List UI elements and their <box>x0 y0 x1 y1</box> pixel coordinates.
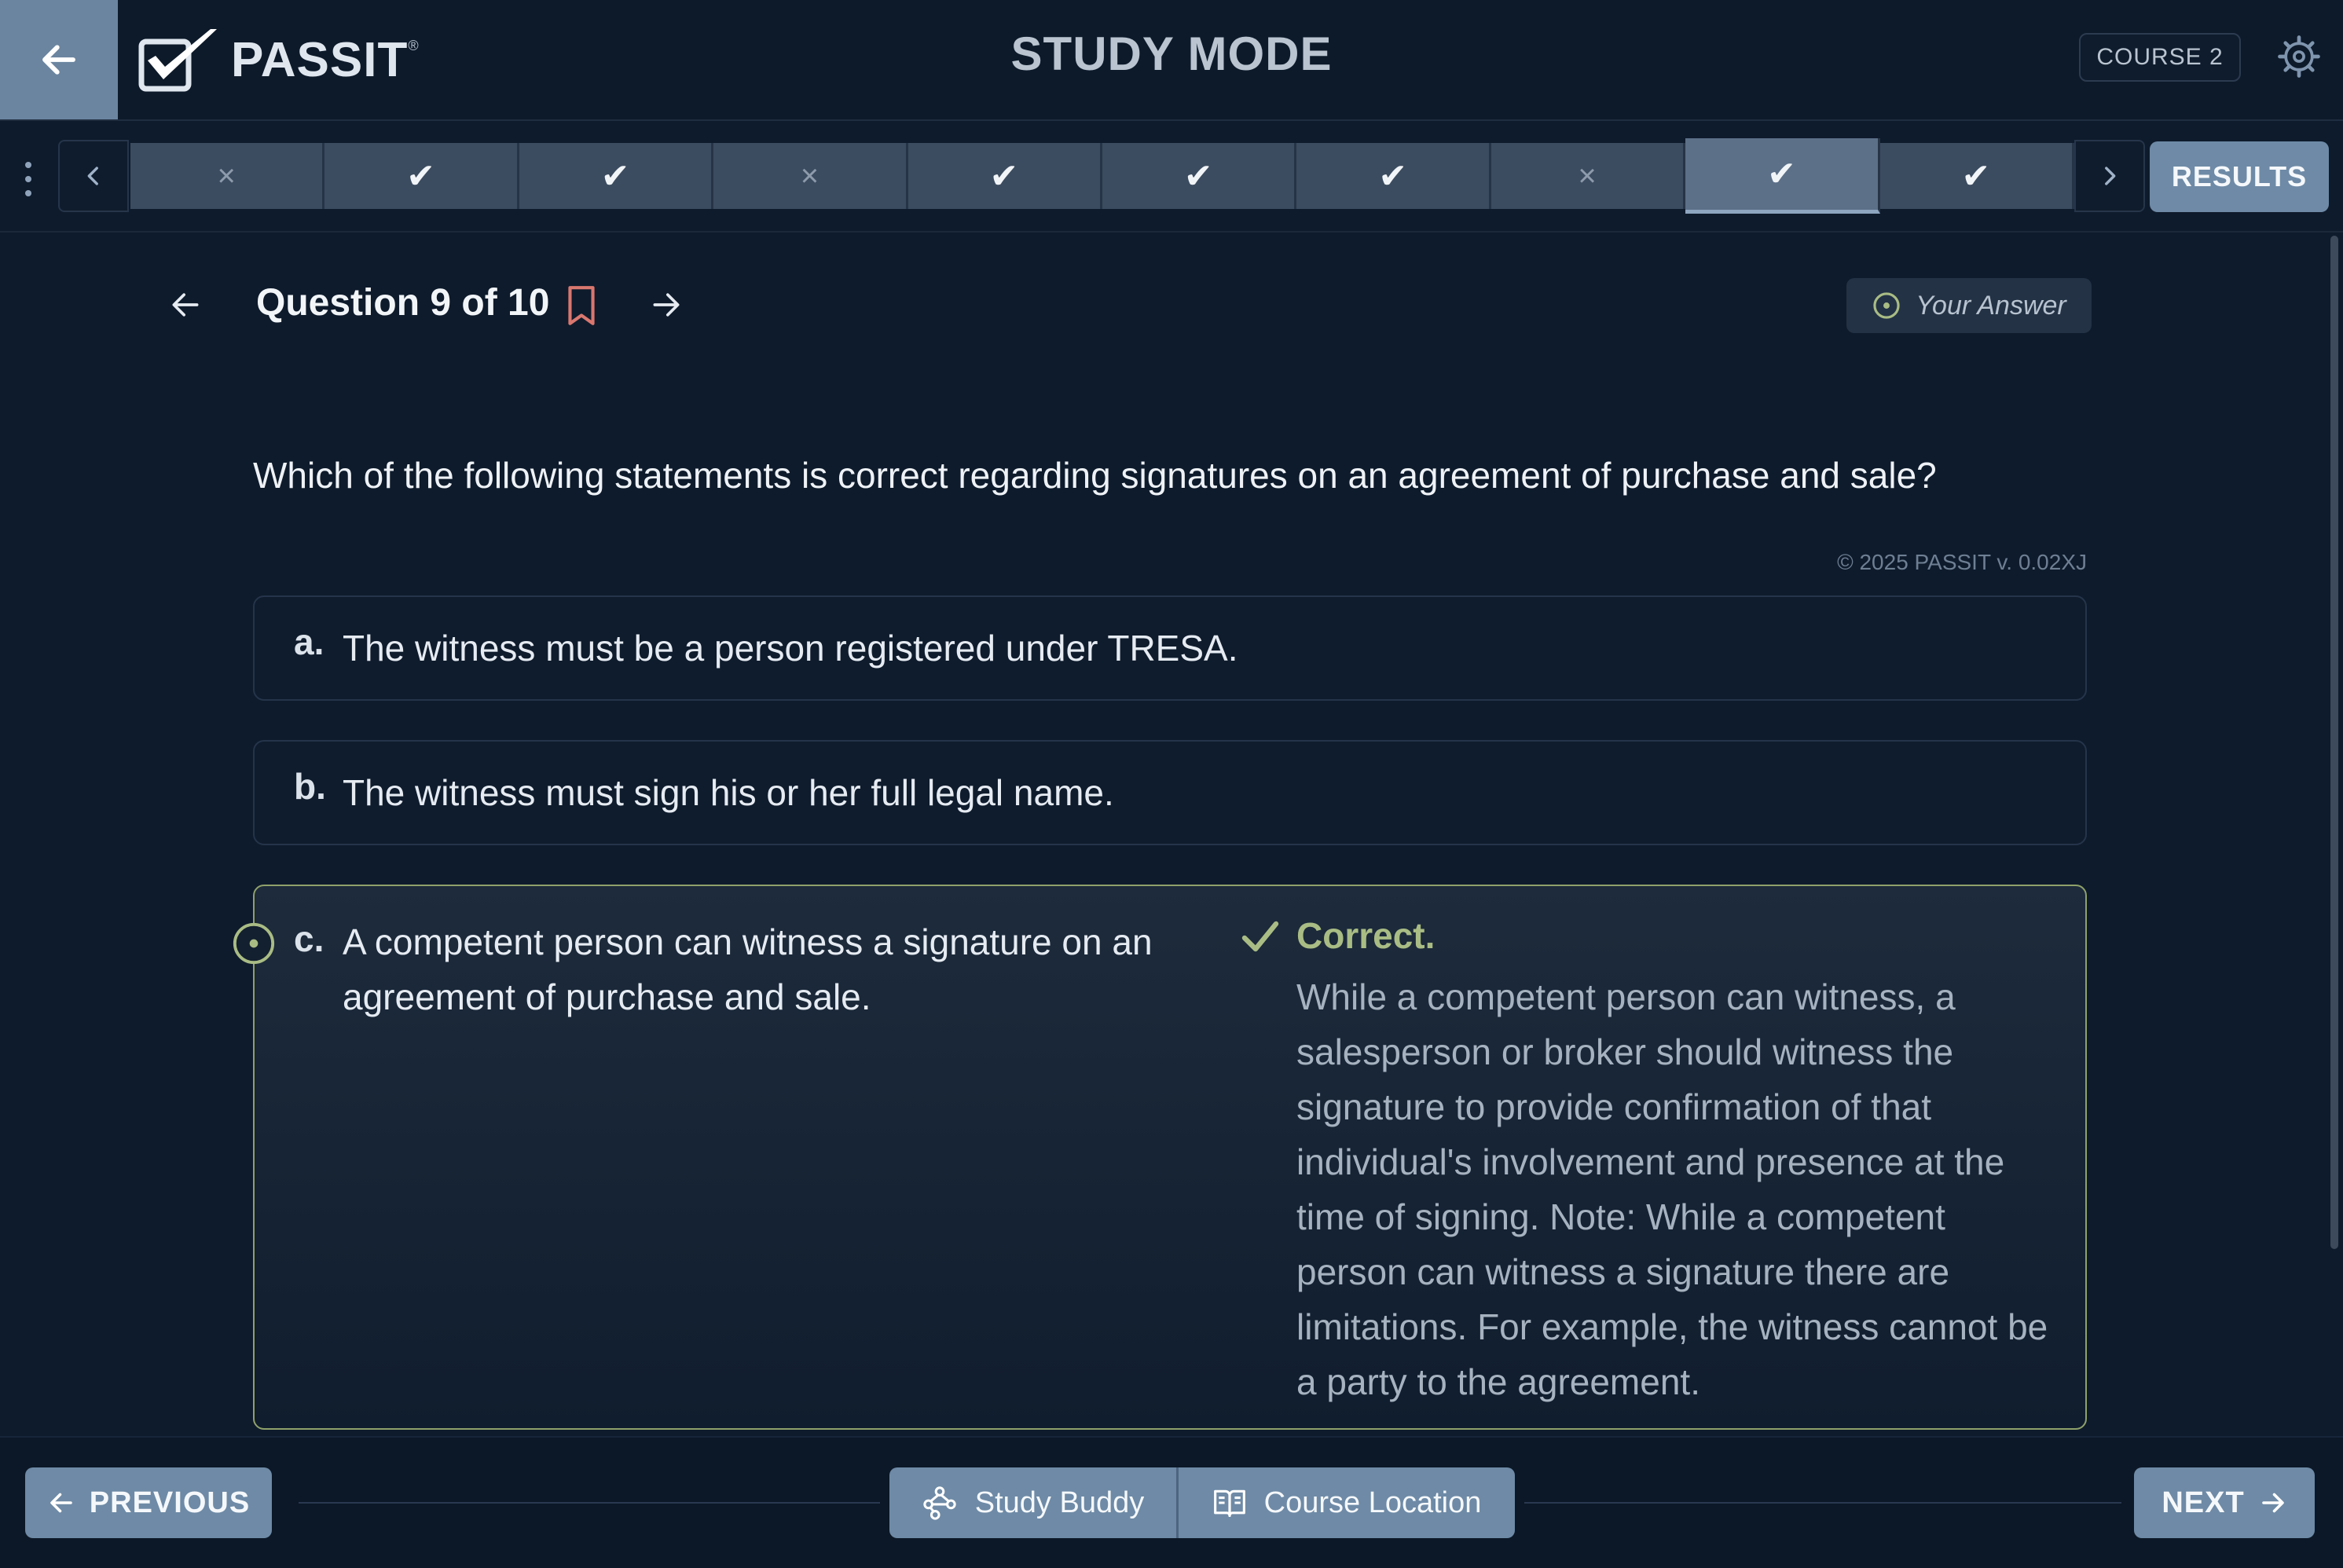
question-cell-5[interactable]: ✔ <box>908 143 1103 209</box>
results-button[interactable]: RESULTS <box>2150 141 2329 212</box>
question-cell-9[interactable]: ✔ <box>1685 138 1880 214</box>
arrow-left-icon <box>50 1493 72 1513</box>
feedback-title: Correct. <box>1296 915 1436 956</box>
footer-divider-left <box>299 1502 880 1504</box>
footer-divider-right <box>1524 1502 2121 1504</box>
answer-letter: a. <box>294 621 324 662</box>
question-cell-2[interactable]: ✔ <box>324 143 519 209</box>
answer-option-b[interactable]: b. The witness must sign his or her full… <box>253 740 2087 845</box>
checkmark-icon: ✔ <box>1183 156 1213 196</box>
copyright-text: © 2025 PASSIT v. 0.02XJ <box>1837 550 2087 574</box>
target-dot-icon <box>1873 292 1900 319</box>
question-cell-4[interactable]: × <box>713 143 908 209</box>
study-tools-group: Study Buddy Course Location <box>889 1467 1515 1538</box>
checkmark-icon: ✔ <box>406 156 436 196</box>
answer-text: A competent person can witness a signatu… <box>343 921 1153 1017</box>
question-cells: × ✔ ✔ × ✔ ✔ ✔ × ✔ ✔ <box>130 138 2075 214</box>
question-cell-8[interactable]: × <box>1490 143 1686 209</box>
previous-label: PREVIOUS <box>89 1486 251 1519</box>
your-answer-legend: Your Answer <box>1846 278 2092 333</box>
bookmark-icon[interactable] <box>564 284 599 327</box>
question-cell-3[interactable]: ✔ <box>519 143 714 209</box>
previous-question-arrow-icon[interactable] <box>168 288 203 322</box>
checkmark-icon: ✔ <box>1378 156 1408 196</box>
question-number-title: Question 9 of 10 <box>256 282 550 324</box>
study-buddy-label: Study Buddy <box>974 1486 1145 1519</box>
question-progress-bar: × ✔ ✔ × ✔ ✔ ✔ × ✔ ✔ RESULTS <box>0 121 2343 233</box>
checkmark-icon: ✔ <box>989 156 1019 196</box>
x-mark-icon: × <box>1578 158 1597 193</box>
answer-text: The witness must sign his or her full le… <box>343 772 1114 813</box>
x-mark-icon: × <box>217 158 236 193</box>
question-cell-10[interactable]: ✔ <box>1879 143 2075 209</box>
checkmark-icon: ✔ <box>600 156 630 196</box>
checkmark-icon <box>1241 921 1279 952</box>
progress-next-button[interactable] <box>2074 140 2145 212</box>
next-question-arrow-icon[interactable] <box>649 288 684 322</box>
course-location-button[interactable]: Course Location <box>1179 1467 1515 1538</box>
previous-button[interactable]: PREVIOUS <box>25 1467 272 1538</box>
next-label: NEXT <box>2162 1486 2245 1519</box>
arrow-right-icon <box>2261 1493 2284 1513</box>
x-mark-icon: × <box>800 158 820 193</box>
answer-letter: b. <box>294 766 326 807</box>
question-cell-1[interactable]: × <box>130 143 325 209</box>
chevron-right-icon <box>2105 167 2116 185</box>
checkmark-icon: ✔ <box>1767 155 1796 193</box>
progress-prev-button[interactable] <box>58 140 129 212</box>
answer-option-a[interactable]: a. The witness must be a person register… <box>253 595 2087 701</box>
question-cell-6[interactable]: ✔ <box>1102 143 1297 209</box>
answer-text: The witness must be a person registered … <box>343 628 1238 669</box>
course-location-label: Course Location <box>1263 1486 1482 1519</box>
question-cell-7[interactable]: ✔ <box>1296 143 1491 209</box>
top-bar: PASSIT ® STUDY MODE COURSE 2 <box>0 0 2343 121</box>
answer-option-c[interactable]: c. A competent person can witness a sign… <box>233 885 2087 1430</box>
scrollbar[interactable] <box>2330 236 2338 1249</box>
network-nodes-icon <box>923 1486 956 1520</box>
answer-letter: c. <box>294 918 324 959</box>
study-buddy-button[interactable]: Study Buddy <box>889 1467 1179 1538</box>
page-title: STUDY MODE <box>1010 27 1333 80</box>
course-badge[interactable]: COURSE 2 <box>2079 33 2241 82</box>
checkmark-icon: ✔ <box>1961 156 1991 196</box>
question-text: Which of the following statements is cor… <box>253 455 1937 496</box>
gear-icon[interactable] <box>2277 35 2321 79</box>
open-book-icon <box>1213 1489 1245 1518</box>
more-options-icon[interactable] <box>20 162 36 196</box>
chevron-left-icon <box>87 167 98 185</box>
feedback-explanation: While a competent person can witness, a … <box>1296 976 2048 1402</box>
next-button[interactable]: NEXT <box>2134 1467 2315 1538</box>
selected-answer-icon <box>233 922 275 965</box>
your-answer-label: Your Answer <box>1916 290 2066 321</box>
